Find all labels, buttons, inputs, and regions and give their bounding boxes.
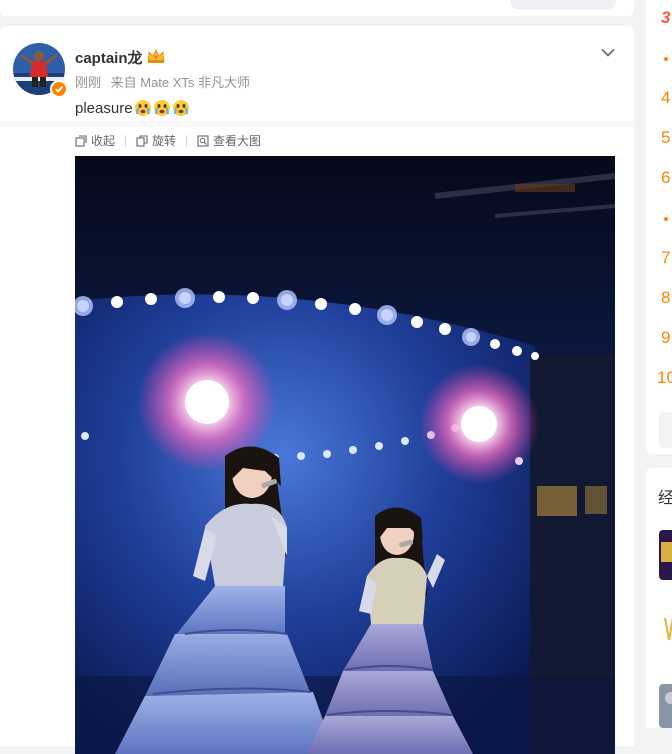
concert-photo[interactable] [75,156,615,754]
collapse-button[interactable]: 收起 [75,132,115,149]
toolbar-divider [125,134,127,147]
collapse-icon [75,134,87,147]
view-large-button[interactable]: 查看大图 [197,132,261,149]
rank-number: 8 [661,288,671,307]
post-text: pleasure [75,99,133,117]
rank-number: 4 [661,88,671,107]
post-source: 来自 Mate XTs 非凡大师 [110,75,251,90]
view-more-button[interactable] [659,412,672,448]
rotate-icon [136,134,148,147]
rank-number: 9 [661,328,671,347]
recommend-thumbnail[interactable] [659,530,672,580]
content-divider [0,121,634,127]
more-menu-button[interactable] [598,42,618,62]
recommend-title: 经 [658,490,672,507]
rank-number: 5 [661,128,671,147]
weibo-post-card: captain龙 刚刚 来自 Mate XTs 非凡大师 pleasure 收起… [0,26,634,754]
crown-icon [146,48,166,68]
recommend-thumbnail[interactable] [659,610,672,650]
recommend-thumbnail[interactable] [659,684,672,728]
rank-number: 3 [661,8,671,27]
toolbar-divider [186,134,188,147]
post-time[interactable]: 刚刚 [75,75,101,90]
image-toolbar: 收起 旋转 查看大图 [75,132,261,149]
verified-badge-icon [50,80,68,98]
crying-face-emoji [172,100,189,116]
previous-post-action[interactable] [510,0,616,10]
collapse-label: 收起 [91,134,116,148]
view-large-icon [197,134,209,147]
rotate-label: 旋转 [152,134,177,148]
username-text[interactable]: captain龙 [75,47,143,68]
post-author[interactable]: captain龙 [75,47,166,68]
post-content: pleasure [75,99,190,117]
rank-dot [664,57,668,61]
rank-dot [664,217,668,221]
view-large-label: 查看大图 [213,134,262,148]
previous-post-card [0,0,634,16]
rank-number: 6 [661,168,671,187]
rotate-button[interactable]: 旋转 [136,132,176,149]
post-meta: 刚刚 来自 Mate XTs 非凡大师 [75,72,256,91]
chevron-down-icon [601,48,615,57]
crying-face-emoji [153,100,170,116]
rank-number: 10 [657,368,672,387]
crying-face-emoji [134,100,151,116]
rank-number: 7 [661,248,671,267]
